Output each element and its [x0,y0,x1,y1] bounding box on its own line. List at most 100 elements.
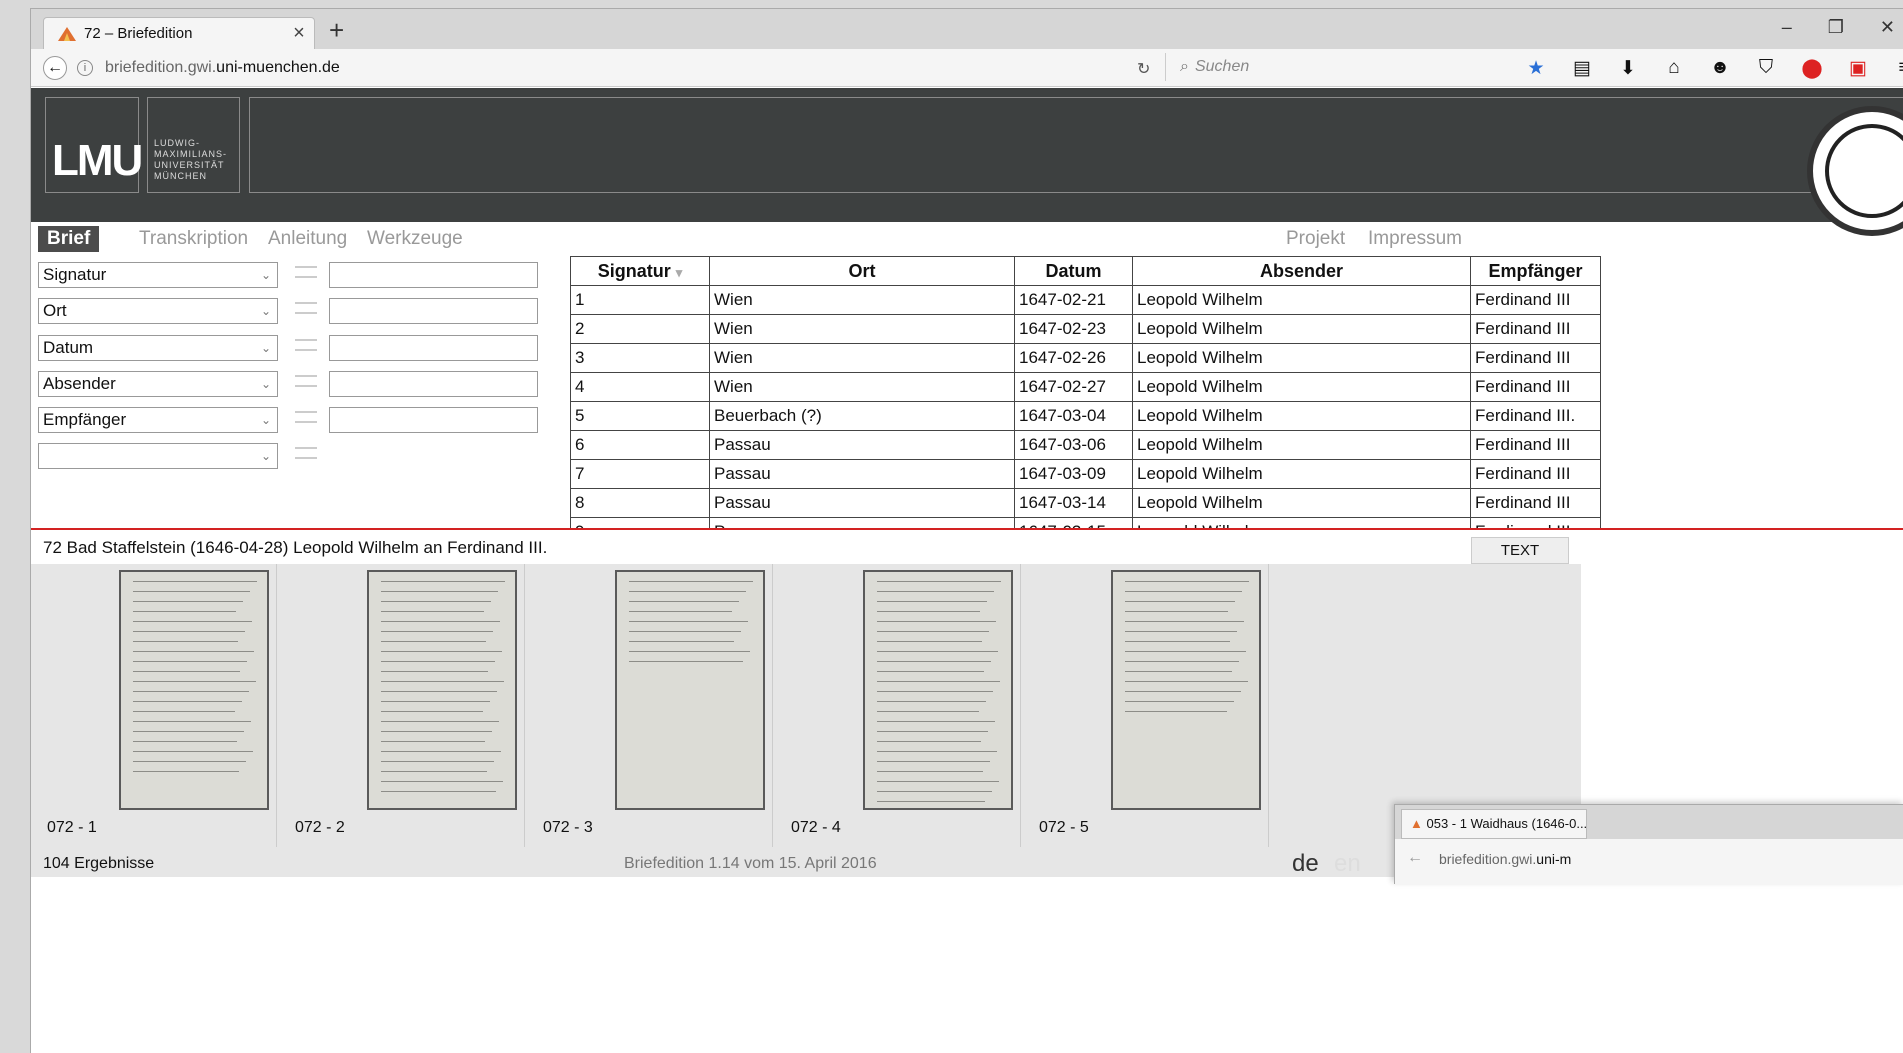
background-nav-bar: ← briefedition.gwi.uni-m [1395,839,1903,885]
cell-datum: 1647-02-21 [1014,285,1133,315]
filter-value-input[interactable] [329,262,538,288]
menu-item-transkription[interactable]: Transkription [139,226,248,252]
university-name: LUDWIG- MAXIMILIANS- UNIVERSITÄT MÜNCHEN [154,138,228,181]
logo-text: LMU [52,136,143,185]
adblock-icon[interactable]: ⬤ [1799,57,1825,80]
language-en-link[interactable]: en [1334,850,1361,878]
chevron-down-icon: ⌄ [260,413,271,427]
table-row[interactable]: 6 Passau 1647-03-06 Leopold Wilhelm Ferdinan… [570,430,1601,460]
filter-value-input[interactable] [329,335,538,361]
cell-ort: Wien [709,343,1015,373]
url-domain: uni-muenchen.de [216,59,340,76]
feather-favicon-icon [58,26,76,41]
pocket-icon[interactable]: ⛉ [1753,57,1779,80]
column-header-ort[interactable]: Ort [709,256,1015,286]
background-tab[interactable]: ▲ 053 - 1 Waidhaus (1646-0... [1401,809,1587,839]
column-header-empfaenger[interactable]: Empfänger [1470,256,1601,286]
filter-field-select[interactable]: Ort ⌄ [38,298,278,324]
cell-absender: Leopold Wilhelm [1132,372,1471,402]
page-thumbnail[interactable]: 072 - 5 [1023,564,1269,847]
cell-ort: Wien [709,285,1015,315]
cell-empfaenger: Ferdinand III [1470,517,1601,528]
table-row[interactable]: 2 Wien 1647-02-23 Leopold Wilhelm Ferdinand … [570,314,1601,344]
sort-down-icon: ▾ [675,264,683,280]
table-row[interactable]: 3 Wien 1647-02-26 Leopold Wilhelm Ferdinand … [570,343,1601,373]
browser-tab[interactable]: 72 – Briefedition × [43,17,315,49]
equals-icon [295,302,317,314]
table-header-row: Signatur ▾ Ort Datum Absender Empfänger [570,256,1601,286]
cell-datum: 1647-03-14 [1014,488,1133,518]
letters-table: Signatur ▾ Ort Datum Absender Empfänger … [570,256,1903,528]
menu-item-impressum[interactable]: Impressum [1368,226,1462,252]
restore-icon[interactable]: ❐ [1828,17,1844,38]
close-tab-icon[interactable]: × [284,22,314,45]
home-icon[interactable]: ⌂ [1661,57,1687,80]
university-name-box: LUDWIG- MAXIMILIANS- UNIVERSITÄT MÜNCHEN [147,97,240,193]
column-header-datum[interactable]: Datum [1014,256,1133,286]
table-row[interactable]: 7 Passau 1647-03-09 Leopold Wilhelm Ferdinan… [570,459,1601,489]
chat-icon[interactable]: ☻ [1707,57,1733,80]
page-thumbnail[interactable]: 072 - 2 [279,564,525,847]
table-row[interactable]: 9Passau1647-03-15Leopold WilhelmFerdinan… [570,517,1601,528]
menu-item-brief[interactable]: Brief [38,226,100,252]
download-icon[interactable]: ⬇ [1615,57,1641,80]
filter-field-select[interactable]: Signatur ⌄ [38,262,278,288]
cell-signatur: 9 [570,517,710,528]
cell-signatur: 2 [570,314,710,344]
cell-absender: Leopold Wilhelm [1132,401,1471,431]
filter-value-input[interactable] [329,371,538,397]
cell-signatur: 3 [570,343,710,373]
minimize-icon[interactable]: – [1782,17,1792,38]
filter-field-select[interactable]: Datum ⌄ [38,335,278,361]
table-row[interactable]: 8 Passau 1647-03-14 Leopold Wilhelm Ferdinan… [570,488,1601,518]
star-icon[interactable]: ★ [1523,57,1549,80]
table-row[interactable]: 4 Wien 1647-02-27 Leopold Wilhelm Ferdinand … [570,372,1601,402]
cell-signatur: 7 [570,459,710,489]
column-header-signatur[interactable]: Signatur ▾ [570,256,710,286]
page-thumbnail[interactable]: 072 - 1 [31,564,277,847]
manuscript-page-image [367,570,517,810]
cell-ort: Passau [709,517,1015,528]
background-browser-window[interactable]: ▲ 053 - 1 Waidhaus (1646-0... ← briefedi… [1394,804,1903,885]
cell-datum: 1647-02-26 [1014,343,1133,373]
filter-field-select[interactable]: ⌄ [38,443,278,469]
back-icon[interactable]: ← [1407,849,1423,867]
column-header-absender[interactable]: Absender [1132,256,1471,286]
filter-field-select[interactable]: Empfänger ⌄ [38,407,278,433]
chevron-down-icon: ⌄ [260,304,271,318]
close-window-icon[interactable]: ✕ [1880,17,1895,38]
menu-item-werkzeuge[interactable]: Werkzeuge [367,226,463,252]
cell-signatur: 8 [570,488,710,518]
menu-item-projekt[interactable]: Projekt [1286,226,1345,252]
cell-absender: Leopold Wilhelm [1132,488,1471,518]
back-icon[interactable]: ← [43,56,67,80]
filter-value-input[interactable] [329,407,538,433]
equals-icon [295,375,317,387]
info-icon[interactable]: i [77,60,93,76]
page-thumbnail[interactable]: 072 - 4 [775,564,1021,847]
lmu-logo[interactable]: LMU [45,97,143,193]
cell-empfaenger: Ferdinand III [1470,343,1601,373]
filter-field-select[interactable]: Absender ⌄ [38,371,278,397]
search-input[interactable]: ⌕ Suchen [1165,53,1505,81]
background-url-bar[interactable]: briefedition.gwi.uni-m [1439,851,1571,867]
cell-datum: 1647-02-23 [1014,314,1133,344]
cell-absender: Leopold Wilhelm [1132,285,1471,315]
menu-item-anleitung[interactable]: Anleitung [268,226,347,252]
page-thumbnail[interactable]: 072 - 3 [527,564,773,847]
reload-icon[interactable]: ↻ [1137,59,1150,79]
table-row[interactable]: 5 Beuerbach (?) 1647-03-04 Leopold Wilhelm F… [570,401,1601,431]
language-de-link[interactable]: de [1292,850,1319,878]
new-tab-button[interactable]: + [329,15,344,46]
table-row[interactable]: 1 Wien 1647-02-21 Leopold Wilhelm Ferdinand … [570,285,1601,315]
cell-ort: Passau [709,430,1015,460]
pdf-icon[interactable]: ▣ [1845,57,1871,80]
thumbnail-label: 072 - 5 [1039,819,1089,836]
browser-window: 72 – Briefedition × + – ❐ ✕ ← i briefedi… [30,8,1903,1053]
reading-list-icon[interactable]: ▤ [1569,57,1595,80]
filter-value-input[interactable] [329,298,538,324]
menu-icon[interactable]: ≡ [1891,57,1903,80]
text-button[interactable]: TEXT [1471,537,1569,564]
cell-absender: Leopold Wilhelm [1132,343,1471,373]
url-bar[interactable]: briefedition.gwi.uni-muenchen.de [105,59,340,77]
